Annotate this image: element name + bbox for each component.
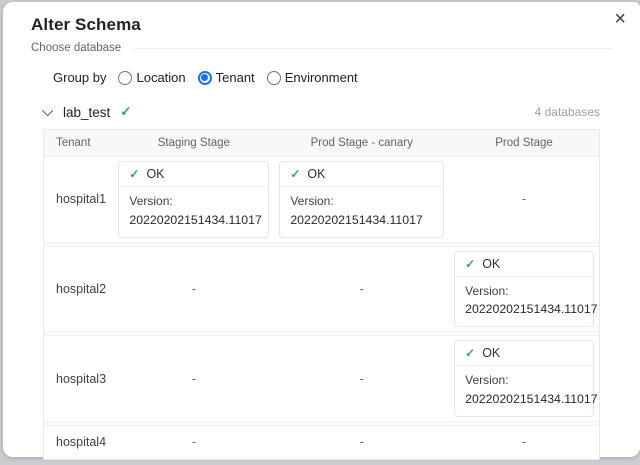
table-header-row: Tenant Staging Stage Prod Stage - canary… <box>44 130 599 157</box>
radio-option-tenant[interactable]: Tenant <box>198 70 255 85</box>
database-group-header: lab_test ✓ 4 databases <box>43 104 600 120</box>
staging-stage-cell: - <box>113 431 274 453</box>
radio-label-location: Location <box>136 70 185 85</box>
radio-label-tenant: Tenant <box>216 70 255 85</box>
staging-stage-cell: ✓ OK Version: 20220202151434.11017 <box>113 157 274 242</box>
version-value: 20220202151434.11017 <box>290 211 433 230</box>
empty-value: - <box>192 282 196 296</box>
version-card-status: ✓ OK <box>119 162 268 187</box>
version-card-body: Version: 20220202151434.11017 <box>455 366 593 416</box>
version-value: 20220202151434.11017 <box>129 211 258 230</box>
prod-stage-cell: - <box>449 431 599 453</box>
chevron-down-icon[interactable] <box>42 105 53 116</box>
version-label: Version: <box>129 192 258 211</box>
version-card-hospital2-prod[interactable]: ✓ OK Version: 20220202151434.11017 <box>454 251 594 328</box>
column-header-prod-stage-canary: Prod Stage - canary <box>274 137 449 149</box>
tenant-cell: hospital3 <box>44 372 113 386</box>
dialog-header: Alter Schema Choose database <box>3 2 640 54</box>
dialog-subtitle: Choose database <box>31 42 121 54</box>
empty-value: - <box>360 372 364 386</box>
group-by-label: Group by <box>53 70 106 85</box>
empty-value: - <box>522 192 526 206</box>
check-icon: ✓ <box>129 167 139 181</box>
radio-label-environment: Environment <box>285 70 358 85</box>
version-card-body: Version: 20220202151434.11017 <box>455 277 593 327</box>
version-card-hospital1-prod-canary[interactable]: ✓ OK Version: 20220202151434.11017 <box>279 161 444 238</box>
empty-value: - <box>192 435 196 449</box>
column-header-staging-stage: Staging Stage <box>113 137 274 149</box>
alter-schema-dialog: × Alter Schema Choose database Group by … <box>3 2 640 457</box>
table-row-hospital1: hospital1 ✓ OK Version: 20220202151434.1… <box>44 157 599 242</box>
tenant-cell: hospital4 <box>44 435 113 449</box>
version-card-hospital3-prod[interactable]: ✓ OK Version: 20220202151434.11017 <box>454 340 594 417</box>
close-icon[interactable]: × <box>614 8 626 30</box>
empty-value: - <box>192 372 196 386</box>
empty-value: - <box>522 435 526 449</box>
group-status-check-icon: ✓ <box>120 104 131 120</box>
subtitle-divider <box>135 48 612 49</box>
prod-canary-cell: - <box>274 431 449 453</box>
radio-icon-environment[interactable] <box>267 71 281 85</box>
table-row-hospital3: hospital3 - - ✓ OK Version: 202202021514… <box>44 336 599 421</box>
column-header-prod-stage: Prod Stage <box>449 137 599 149</box>
version-card-body: Version: 20220202151434.11017 <box>280 187 443 237</box>
version-label: Version: <box>290 192 433 211</box>
subtitle-row: Choose database <box>31 42 612 54</box>
version-card-hospital1-staging[interactable]: ✓ OK Version: 20220202151434.11017 <box>118 161 269 238</box>
radio-icon-tenant[interactable] <box>198 71 212 85</box>
table-row-hospital4: hospital4 - - - <box>44 426 599 459</box>
status-label: OK <box>146 167 164 181</box>
version-value: 20220202151434.11017 <box>465 390 583 409</box>
radio-icon-location[interactable] <box>118 71 132 85</box>
prod-stage-cell: - <box>449 188 599 210</box>
staging-stage-cell: - <box>113 278 274 300</box>
radio-option-environment[interactable]: Environment <box>267 70 358 85</box>
prod-canary-cell: - <box>274 368 449 390</box>
prod-stage-cell: ✓ OK Version: 20220202151434.11017 <box>449 247 599 332</box>
page-title: Alter Schema <box>31 15 612 35</box>
version-label: Version: <box>465 371 583 390</box>
table-row-hospital2: hospital2 - - ✓ OK Version: 202202021514… <box>44 247 599 332</box>
version-card-status: ✓ OK <box>455 341 593 366</box>
tenant-cell: hospital1 <box>44 192 113 206</box>
prod-canary-cell: ✓ OK Version: 20220202151434.11017 <box>274 157 449 242</box>
tenant-cell: hospital2 <box>44 282 113 296</box>
database-group-name: lab_test <box>63 105 110 120</box>
status-label: OK <box>307 167 325 181</box>
version-card-status: ✓ OK <box>280 162 443 187</box>
version-card-body: Version: 20220202151434.11017 <box>119 187 268 237</box>
version-value: 20220202151434.11017 <box>465 300 583 319</box>
prod-canary-cell: - <box>274 278 449 300</box>
version-card-status: ✓ OK <box>455 252 593 277</box>
staging-stage-cell: - <box>113 368 274 390</box>
empty-value: - <box>360 282 364 296</box>
radio-option-location[interactable]: Location <box>118 70 185 85</box>
column-header-tenant: Tenant <box>44 137 113 149</box>
group-by-radio-group: Group by Location Tenant Environment <box>53 70 612 85</box>
database-count-label: 4 databases <box>535 105 600 119</box>
check-icon: ✓ <box>465 346 475 360</box>
check-icon: ✓ <box>290 167 300 181</box>
empty-value: - <box>360 435 364 449</box>
prod-stage-cell: ✓ OK Version: 20220202151434.11017 <box>449 336 599 421</box>
status-label: OK <box>482 346 500 360</box>
check-icon: ✓ <box>465 257 475 271</box>
version-label: Version: <box>465 282 583 301</box>
status-label: OK <box>482 257 500 271</box>
databases-table: Tenant Staging Stage Prod Stage - canary… <box>43 129 600 460</box>
